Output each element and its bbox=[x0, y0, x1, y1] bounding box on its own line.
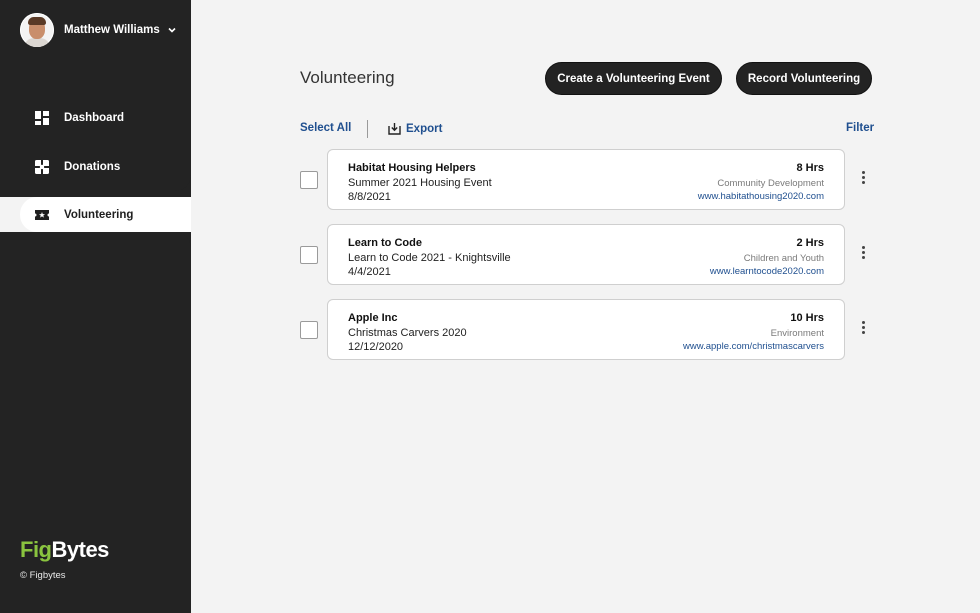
row-checkbox[interactable] bbox=[300, 171, 318, 189]
record-volunteering-button[interactable]: Record Volunteering bbox=[736, 62, 872, 95]
create-volunteering-event-button[interactable]: Create a Volunteering Event bbox=[545, 62, 722, 95]
gift-icon bbox=[35, 160, 49, 174]
category: Community Development bbox=[717, 178, 824, 189]
ticket-star-icon bbox=[35, 210, 49, 220]
more-options-icon[interactable] bbox=[858, 246, 868, 264]
select-all-link[interactable]: Select All bbox=[300, 122, 351, 134]
export-button[interactable]: Export bbox=[388, 122, 442, 135]
sidebar: Matthew Williams Dashboard Donations Vol… bbox=[0, 0, 191, 613]
page-title: Volunteering bbox=[300, 68, 395, 87]
event-date: 4/4/2021 bbox=[348, 266, 391, 278]
sidebar-item-dashboard[interactable]: Dashboard bbox=[0, 94, 191, 142]
event-date: 8/8/2021 bbox=[348, 191, 391, 203]
hours: 10 Hrs bbox=[790, 312, 824, 324]
event-name: Summer 2021 Housing Event bbox=[348, 177, 492, 189]
chevron-down-icon bbox=[168, 27, 176, 33]
event-date: 12/12/2020 bbox=[348, 341, 404, 353]
user-name: Matthew Williams bbox=[64, 24, 160, 36]
more-options-icon[interactable] bbox=[858, 321, 868, 339]
copyright: © Figbytes bbox=[20, 570, 66, 581]
figbytes-logo: FigBytes bbox=[20, 537, 109, 562]
row-checkbox[interactable] bbox=[300, 246, 318, 264]
list-item: Habitat Housing Helpers Summer 2021 Hous… bbox=[300, 149, 872, 212]
volunteering-card[interactable]: Habitat Housing Helpers Summer 2021 Hous… bbox=[327, 149, 845, 210]
event-name: Learn to Code 2021 - Knightsville bbox=[348, 252, 511, 264]
volunteering-card[interactable]: Apple Inc Christmas Carvers 2020 12/12/2… bbox=[327, 299, 845, 360]
dashboard-icon bbox=[35, 111, 49, 125]
organization-name: Apple Inc bbox=[348, 312, 398, 324]
event-url[interactable]: www.learntocode2020.com bbox=[710, 266, 824, 277]
sidebar-item-donations[interactable]: Donations bbox=[0, 143, 191, 191]
hours: 8 Hrs bbox=[796, 162, 824, 174]
export-label: Export bbox=[406, 122, 443, 135]
event-name: Christmas Carvers 2020 bbox=[348, 327, 467, 339]
avatar bbox=[20, 13, 54, 47]
filter-link[interactable]: Filter bbox=[846, 122, 874, 134]
sidebar-item-label: Donations bbox=[64, 161, 121, 173]
user-menu[interactable]: Matthew Williams bbox=[20, 13, 177, 47]
category: Environment bbox=[770, 328, 824, 339]
event-url[interactable]: www.habitathousing2020.com bbox=[698, 191, 824, 202]
sidebar-item-label: Volunteering bbox=[64, 208, 134, 221]
list-item: Apple Inc Christmas Carvers 2020 12/12/2… bbox=[300, 299, 872, 362]
sidebar-item-volunteering[interactable]: Volunteering bbox=[20, 197, 191, 232]
toolbar-divider bbox=[367, 120, 368, 138]
hours: 2 Hrs bbox=[796, 237, 824, 249]
sidebar-item-label: Dashboard bbox=[64, 112, 125, 124]
category: Children and Youth bbox=[743, 253, 824, 264]
organization-name: Learn to Code bbox=[348, 237, 422, 249]
event-url[interactable]: www.apple.com/christmascarvers bbox=[683, 341, 824, 352]
download-icon bbox=[388, 123, 401, 135]
list-item: Learn to Code Learn to Code 2021 - Knigh… bbox=[300, 224, 872, 287]
organization-name: Habitat Housing Helpers bbox=[348, 162, 476, 174]
row-checkbox[interactable] bbox=[300, 321, 318, 339]
more-options-icon[interactable] bbox=[858, 171, 868, 189]
volunteering-card[interactable]: Learn to Code Learn to Code 2021 - Knigh… bbox=[327, 224, 845, 285]
